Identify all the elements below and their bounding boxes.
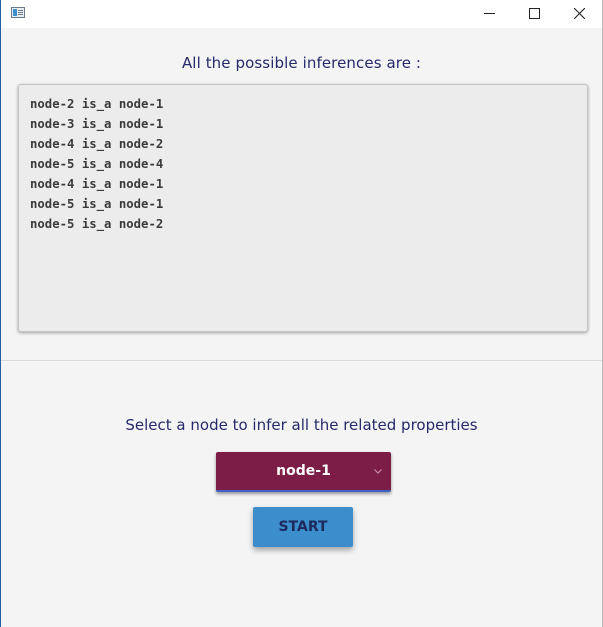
start-button[interactable]: START <box>253 507 353 547</box>
minimize-button[interactable] <box>467 0 512 28</box>
inferences-heading: All the possible inferences are : <box>181 54 422 72</box>
inference-line: node-2 is_a node-1 <box>30 97 164 111</box>
selected-node-value: node-1 <box>276 463 331 479</box>
inferences-text-area[interactable]: node-2 is_a node-1 node-3 is_a node-1 no… <box>18 84 588 332</box>
inference-line: node-5 is_a node-2 <box>30 217 164 231</box>
maximize-button[interactable] <box>512 0 557 28</box>
inference-line: node-5 is_a node-4 <box>30 157 164 171</box>
app-window: All the possible inferences are : node-2… <box>0 0 603 627</box>
chevron-down-icon <box>374 469 382 474</box>
close-icon <box>574 8 585 19</box>
maximize-icon <box>529 8 540 19</box>
title-bar[interactable] <box>1 0 602 28</box>
node-select-dropdown[interactable]: node-1 <box>216 452 391 492</box>
inference-line: node-3 is_a node-1 <box>30 117 164 131</box>
minimize-icon <box>484 13 495 14</box>
inference-line: node-5 is_a node-1 <box>30 197 164 211</box>
inference-line: node-4 is_a node-1 <box>30 177 164 191</box>
select-node-prompt: Select a node to infer all the related p… <box>125 416 478 434</box>
window-app-icon <box>11 7 25 18</box>
inference-line: node-4 is_a node-2 <box>30 137 164 151</box>
close-button[interactable] <box>557 0 602 28</box>
section-divider <box>1 360 602 361</box>
start-button-label: START <box>278 519 328 535</box>
